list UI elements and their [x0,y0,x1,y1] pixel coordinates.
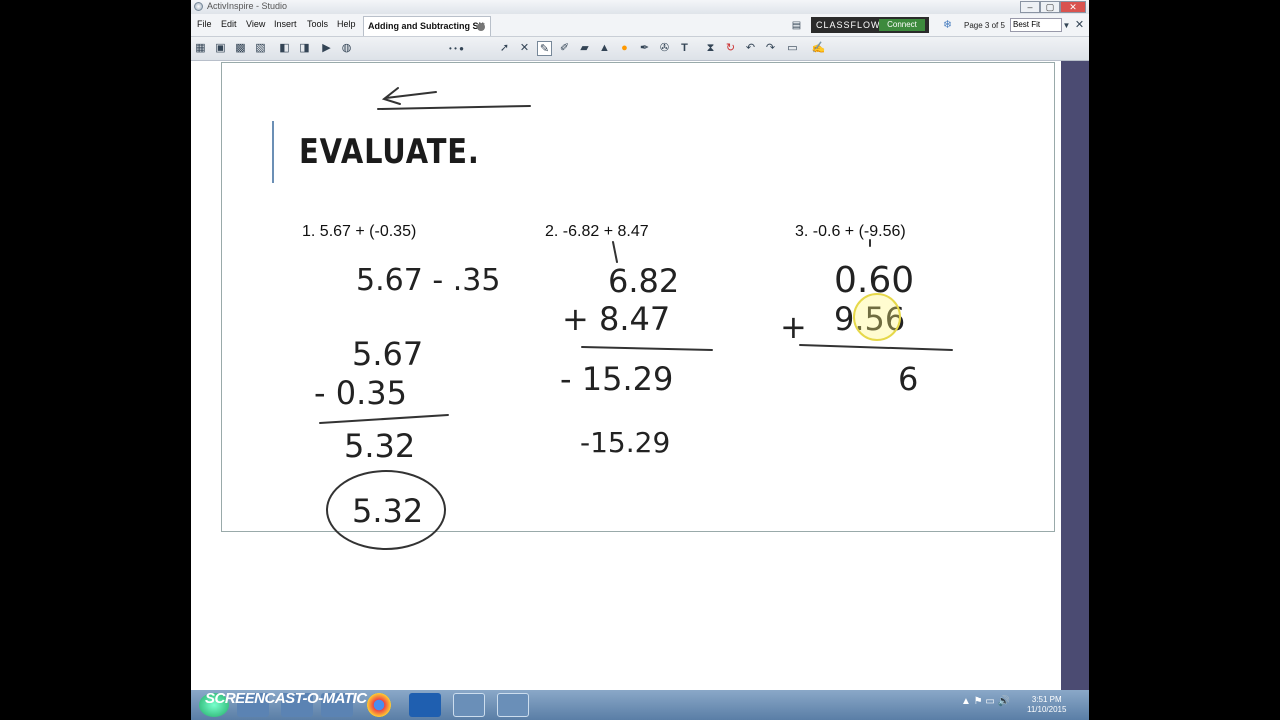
undo-icon[interactable]: ↶ [743,41,758,56]
system-tray[interactable]: ▲ ⚑ ▭ 🔊 [961,696,1010,707]
browser-icon[interactable]: ◍ [339,41,354,56]
main-toolbar: ▦ ▣ ▩ ▧ ◧ ◨ ▶ ◍ • • ● ➚ ✕ ✎ ✐ ▰ ▲ ● ✒ ✇ … [191,37,1089,92]
classflow-label: CLASSFLOW [816,20,881,30]
window-title: ActivInspire - Studio [207,1,288,11]
desktop-annotate-icon[interactable]: ✍ [811,41,826,56]
save-icon[interactable]: ▧ [253,41,268,56]
system-clock[interactable]: 3:51 PM 11/10/2015 [1027,695,1066,715]
classflow-panel: CLASSFLOW Connect [811,17,929,33]
menu-view[interactable]: View [246,19,265,29]
taskbar-chrome-icon[interactable] [367,693,391,717]
play-icon[interactable]: ▶ [319,41,334,56]
tab-close-icon[interactable] [477,23,485,31]
heading-accent-bar [272,121,274,183]
magic-ink-icon[interactable]: ✒ [637,41,652,56]
menu-tools[interactable]: Tools [307,19,328,29]
menu-file[interactable]: File [197,19,212,29]
tools-icon[interactable]: ✕ [517,41,532,56]
maximize-button[interactable]: ▢ [1040,1,1060,13]
browser-panel-rail[interactable] [1061,61,1089,690]
previous-page-icon[interactable]: ◧ [277,41,292,56]
watermark-logo: SCREENCAST-O-MATIC [205,690,367,707]
page-icon[interactable]: ▭ [785,41,800,56]
fill-icon[interactable]: ● [617,41,632,56]
taskbar-outlook-icon[interactable] [409,693,441,717]
text-icon[interactable]: T [677,41,692,56]
eraser-icon[interactable]: ▰ [577,41,592,56]
timer-icon[interactable]: ⧗ [703,41,718,56]
classflow-connect-button[interactable]: Connect [879,19,925,31]
activinspire-window: ActivInspire - Studio – ▢ ✕ File Edit Vi… [191,0,1089,720]
minimize-button[interactable]: – [1020,1,1040,13]
taskbar-recorder-icon[interactable] [497,693,529,717]
new-flipchart-icon[interactable]: ▣ [213,41,228,56]
menu-edit[interactable]: Edit [221,19,237,29]
document-tab[interactable]: Adding and Subtracting Si* [363,16,491,36]
pen-icon[interactable]: ✎ [537,41,552,56]
main-menu-icon[interactable]: ▦ [193,41,208,56]
zoom-select[interactable]: Best Fit [1010,18,1062,32]
title-bar: ActivInspire - Studio – ▢ ✕ [191,0,1089,14]
shape-icon[interactable]: ▲ [597,41,612,56]
dashboard-icon[interactable]: ▤ [789,18,804,33]
taskbar-activinspire-icon[interactable] [453,693,485,717]
menu-insert[interactable]: Insert [274,19,297,29]
close-flipchart-icon[interactable]: ✕ [1072,18,1087,33]
clock-time: 3:51 PM [1031,695,1062,704]
page-indicator: Page 3 of 5 [964,21,1005,30]
reset-page-icon[interactable]: ↻ [723,41,738,56]
menu-help[interactable]: Help [337,19,356,29]
open-flipchart-icon[interactable]: ▩ [233,41,248,56]
problem-2: 2. -6.82 + 8.47 [545,223,649,240]
snowflake-icon[interactable]: ❄ [940,18,955,33]
select-icon[interactable]: ➚ [497,41,512,56]
pen-width-icon[interactable]: • • ● [449,41,464,56]
app-icon [194,2,203,11]
problem-3: 3. -0.6 + (-9.56) [795,223,906,240]
clock-date: 11/10/2015 [1027,705,1067,714]
document-tab-label: Adding and Subtracting Si* [368,21,485,31]
page-heading: EVALUATE. [299,132,480,172]
problem-1: 1. 5.67 + (-0.35) [302,223,417,240]
watermark-recorded-with: Recorded with [205,678,263,688]
connector-icon[interactable]: ✇ [657,41,672,56]
next-page-icon[interactable]: ◨ [297,41,312,56]
redo-icon[interactable]: ↷ [763,41,778,56]
close-button[interactable]: ✕ [1060,1,1086,13]
highlighter-icon[interactable]: ✐ [557,41,572,56]
